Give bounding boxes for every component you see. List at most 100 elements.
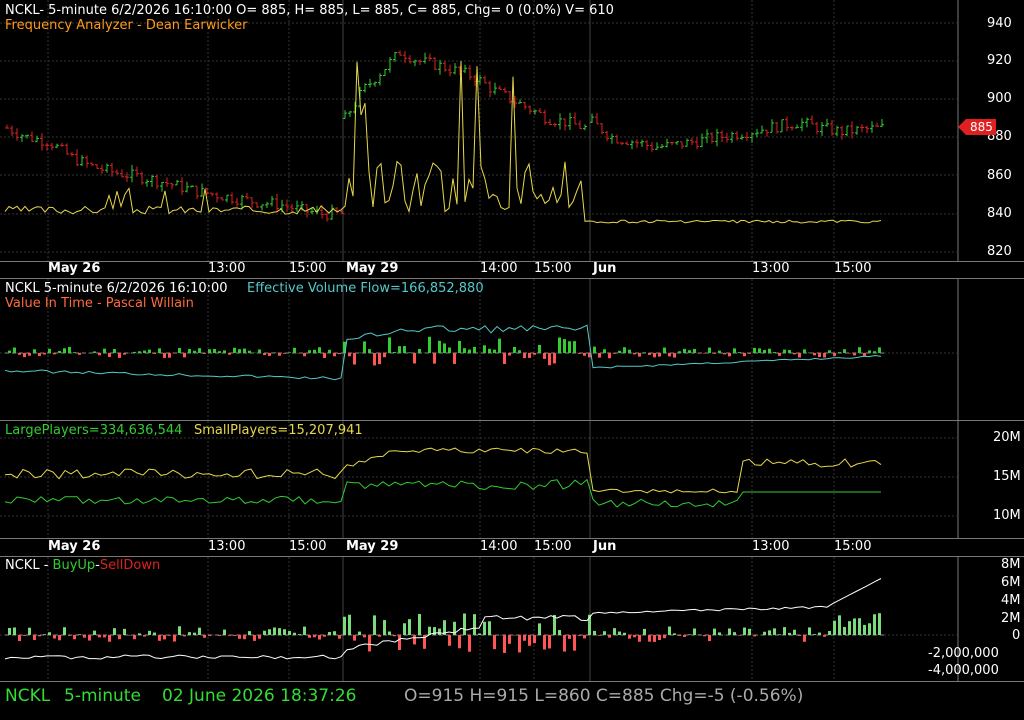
price-header: NCKL- 5-minute 6/2/2026 16:10:00 O= 885,… [5, 3, 614, 18]
buyup-selldown-bar [763, 631, 766, 635]
buyup-selldown-bar [283, 629, 286, 635]
flow-bar [268, 353, 271, 356]
flow-bar [533, 353, 536, 355]
buyup-tick: 0 [1012, 628, 1021, 643]
buyup-selldown-bar [853, 618, 856, 635]
time-axis-label: 13:00 [208, 539, 246, 554]
time-axis-label: 14:00 [480, 261, 518, 276]
flow-bar [248, 350, 251, 353]
flow-bar [38, 353, 41, 357]
flow-bar [833, 353, 836, 357]
flow-bar [788, 350, 791, 353]
flow-bar [58, 350, 61, 353]
time-axis-label: 13:00 [208, 261, 246, 276]
buyup-selldown-panel[interactable]: NCKL - BuyUp-SellDown 8M 6M 4M 2M 0 -2,0… [0, 557, 1024, 682]
time-axis-label: Jun [593, 261, 617, 276]
flow-bar [398, 346, 401, 353]
flow-bar [383, 353, 386, 358]
flow-bar [178, 348, 181, 353]
flow-bar [568, 341, 571, 353]
flow-bar [768, 348, 771, 353]
flow-bar [388, 337, 391, 353]
buyup-selldown-bar [188, 632, 191, 635]
flow-bar [418, 348, 421, 353]
flow-bar [468, 349, 471, 353]
flow-bar [813, 353, 816, 356]
buyup-selldown-bar [793, 629, 796, 635]
time-axis-label: May 26 [48, 261, 101, 276]
flow-bar [613, 353, 616, 354]
buyup-selldown-bar [468, 635, 471, 652]
buyup-selldown-bar [868, 623, 871, 635]
buyup-selldown-bar [873, 614, 876, 635]
buyup-selldown-bar [418, 614, 421, 635]
buyup-selldown-bar [353, 635, 356, 641]
time-axis-label: May 29 [346, 261, 399, 276]
buyup-selldown-bar [458, 635, 461, 649]
buyup-selldown-bar [193, 632, 196, 635]
buyup-selldown-bar [8, 627, 11, 635]
flow-bar [413, 353, 416, 364]
flow-bar [603, 349, 606, 353]
buyup-selldown-bar [628, 635, 631, 639]
flow-bar [723, 353, 726, 355]
flow-bar [198, 348, 201, 353]
flow-bar [593, 346, 596, 353]
flow-bar [538, 344, 541, 353]
price-tick: 900 [987, 91, 1012, 106]
flow-bar [33, 349, 36, 353]
buyup-selldown-bar [303, 626, 306, 635]
flow-bar [118, 353, 121, 358]
flow-bar [858, 347, 861, 353]
flow-bar [338, 353, 341, 355]
time-axis-label: 15:00 [289, 539, 327, 554]
flow-bar [183, 353, 186, 358]
flow-bar [793, 353, 796, 355]
flow-bar [698, 353, 701, 354]
flow-bar [758, 348, 761, 353]
flow-bar [133, 351, 136, 353]
volume-flow-panel[interactable]: NCKL 5-minute 6/2/2026 16:10:00 Effectiv… [0, 279, 1024, 421]
price-panel[interactable]: NCKL- 5-minute 6/2/2026 16:10:00 O= 885,… [0, 0, 1024, 262]
flow-bar [53, 353, 56, 355]
buyup-selldown-bar [18, 635, 21, 642]
buyup-selldown-bar [288, 631, 291, 635]
flow-bar [218, 351, 221, 353]
buyup-selldown-bar [753, 635, 756, 637]
time-axis-label: 15:00 [834, 261, 872, 276]
buyup-selldown-bar [598, 635, 601, 636]
flow-bar [173, 353, 176, 354]
buyup-selldown-bar [818, 632, 821, 635]
time-axis-label: 14:00 [480, 539, 518, 554]
buyup-selldown-bar [603, 631, 606, 635]
buyup-selldown-bar [268, 629, 271, 635]
buyup-selldown-bar [133, 635, 136, 640]
buyup-selldown-bar [218, 635, 221, 636]
buyup-selldown-bar [503, 635, 506, 653]
flow-bar [668, 353, 671, 357]
flow-label: Effective Volume Flow=166,852,880 [247, 281, 484, 296]
buyup-selldown-bar [558, 630, 561, 635]
flow-bar [713, 353, 716, 354]
buyup-selldown-bar [313, 635, 316, 638]
flow-bar [638, 353, 641, 357]
flow-bar [103, 348, 106, 353]
players-tick: 20M [993, 430, 1021, 445]
price-tick: 840 [987, 206, 1012, 221]
buyup-selldown-bar [248, 631, 251, 635]
flow-bar [168, 353, 171, 358]
flow-bar [203, 353, 206, 354]
flow-bar [873, 351, 876, 353]
panel4-legend: NCKL - BuyUp-SellDown [5, 558, 160, 573]
buyup-selldown-bar [318, 635, 321, 640]
flow-bar [213, 348, 216, 353]
flow-bar [633, 353, 636, 355]
flow-bar [553, 353, 556, 364]
time-axis-label: 15:00 [834, 539, 872, 554]
flow-bar [683, 348, 686, 353]
players-panel[interactable]: LargePlayers=334,636,544 SmallPlayers=15… [0, 421, 1024, 539]
buyup-selldown-bar [528, 635, 531, 646]
flow-bar [333, 353, 336, 357]
buyup-selldown-bar [78, 634, 81, 635]
buyup-selldown-bar [823, 635, 826, 637]
